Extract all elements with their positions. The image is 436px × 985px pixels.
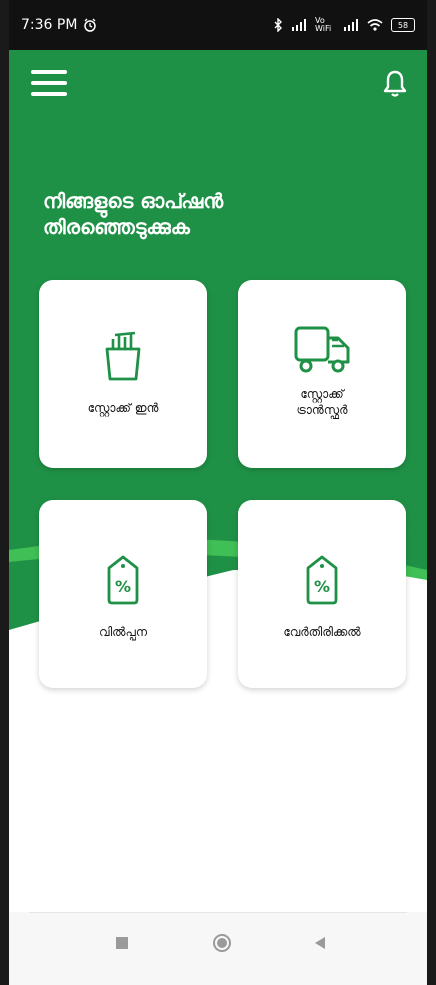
bell-icon[interactable] — [381, 68, 409, 100]
battery-indicator: 58 — [391, 18, 415, 32]
vowifi-label: Vo WiFi — [315, 16, 332, 33]
svg-text:%: % — [314, 577, 330, 596]
wifi-icon — [367, 19, 383, 31]
hamburger-menu-icon[interactable] — [31, 70, 67, 98]
square-recents-icon[interactable] — [115, 936, 129, 950]
stock-in-icon — [93, 326, 153, 386]
card-sales[interactable]: % വിൽപ്പന — [39, 500, 207, 688]
page-title: നിങ്ങളുടെ ഓപ്ഷൻ തിരഞ്ഞെടുക്കുക — [43, 189, 224, 239]
card-label: സ്റ്റോക്ക് ട്രാൻസ്ഫർ — [296, 387, 348, 418]
bluetooth-icon — [274, 18, 282, 32]
signal-icon — [292, 19, 306, 31]
signal-icon-2 — [344, 19, 358, 31]
alarm-clock-icon — [84, 18, 97, 32]
delivery-truck-icon — [292, 320, 352, 380]
svg-text:%: % — [115, 577, 131, 596]
status-left: 7:36 PM — [21, 17, 97, 33]
price-tag-icon: % — [93, 550, 153, 610]
triangle-back-icon[interactable] — [313, 936, 327, 950]
app-screen: 7:36 PM Vo WiFi 58 നിങ്ങളുടെ ഓപ്ഷൻ തിരഞ്… — [9, 0, 427, 985]
price-tag-icon: % — [292, 550, 352, 610]
status-time: 7:36 PM — [21, 17, 78, 33]
status-right: Vo WiFi 58 — [273, 17, 415, 33]
card-label: വേർതിരിക്കൽ — [283, 625, 361, 639]
card-stock-in[interactable]: സ്റ്റോക്ക് ഇൻ — [39, 280, 207, 468]
status-bar: 7:36 PM Vo WiFi 58 — [9, 0, 427, 50]
nav-divider — [29, 912, 407, 913]
card-label: വിൽപ്പന — [99, 625, 147, 639]
card-label: സ്റ്റോക്ക് ഇൻ — [87, 401, 159, 415]
card-stock-transfer[interactable]: സ്റ്റോക്ക് ട്രാൻസ്ഫർ — [238, 280, 406, 468]
circle-home-icon[interactable] — [212, 933, 232, 953]
card-sorting[interactable]: % വേർതിരിക്കൽ — [238, 500, 406, 688]
